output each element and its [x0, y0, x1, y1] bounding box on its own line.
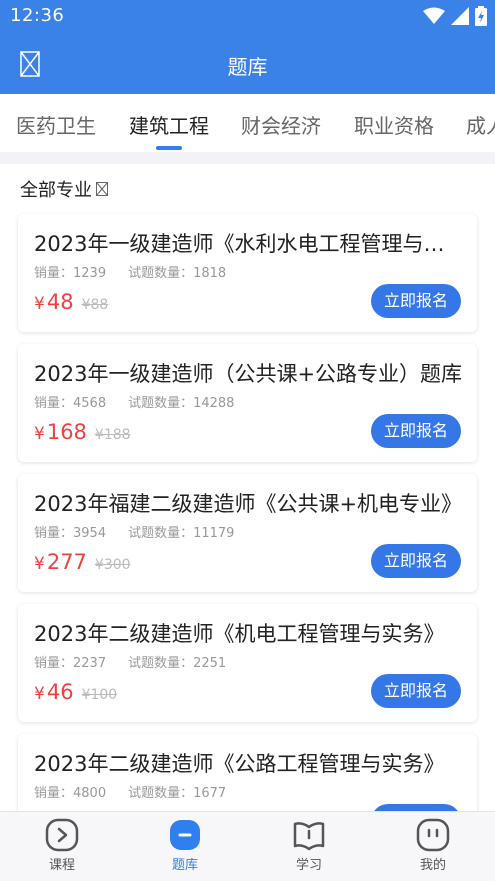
question-count: 试题数量：14288	[128, 396, 235, 411]
course-title: 2023年福建二级建造师《公共课+机电专业》	[34, 492, 463, 516]
course-title: 2023年一级建造师《水利水电工程管理与实务》	[34, 232, 464, 256]
currency-symbol: ¥	[34, 424, 45, 444]
sales-count: 销量：2237	[34, 656, 107, 671]
nav-study[interactable]: 学习	[269, 818, 349, 873]
sales-count: 销量：3954	[34, 526, 107, 541]
price: 277	[46, 550, 87, 574]
battery-icon	[475, 6, 487, 26]
nav-label: 题库	[171, 858, 198, 873]
profile-face-icon	[416, 818, 450, 852]
tab-medical[interactable]: 医药卫生	[16, 110, 96, 139]
currency-symbol: ¥	[34, 554, 45, 574]
course-card[interactable]: 2023年二级建造师《公路工程管理与实务》 销量：4800 试题数量：1677	[18, 734, 477, 811]
original-price: ¥188	[94, 427, 131, 443]
enroll-button[interactable]: 立即报名	[371, 284, 461, 318]
original-price: ¥300	[94, 557, 131, 573]
course-title: 2023年二级建造师《机电工程管理与实务》	[34, 622, 445, 646]
enroll-button[interactable]	[371, 804, 461, 811]
enroll-button[interactable]: 立即报名	[371, 414, 461, 448]
currency-symbol: ¥	[34, 684, 45, 704]
book-icon	[293, 822, 325, 851]
sales-count: 销量：4568	[34, 396, 107, 411]
nav-label: 我的	[419, 858, 446, 873]
bottom-nav: 课程 题库 学习 我的	[0, 811, 495, 881]
cell-signal-icon	[451, 7, 469, 25]
tab-vocational[interactable]: 职业资格	[354, 110, 434, 139]
nav-label: 课程	[48, 858, 75, 873]
active-tab-indicator	[156, 146, 182, 150]
page-title: 题库	[227, 55, 268, 79]
price: 48	[46, 290, 74, 314]
status-bar: 12:36	[0, 0, 495, 34]
course-card[interactable]: 2023年福建二级建造师《公共课+机电专业》 销量：3954 试题数量：11179…	[18, 474, 477, 592]
price: 46	[46, 680, 74, 704]
category-tabs: 医药卫生 建筑工程 财会经济 职业资格 成人	[0, 94, 495, 152]
specialty-filter[interactable]: 全部专业	[20, 176, 108, 202]
nav-courses[interactable]: 课程	[22, 818, 102, 873]
enroll-button[interactable]: 立即报名	[371, 544, 461, 578]
original-price: ¥88	[81, 297, 109, 313]
question-count: 试题数量：1677	[128, 786, 227, 801]
sales-count: 销量：4800	[34, 786, 107, 801]
price: 168	[46, 420, 87, 444]
dropdown-icon	[96, 182, 108, 196]
question-count: 试题数量：1818	[128, 266, 227, 281]
course-card[interactable]: 2023年一级建造师（公共课+公路专业）题库 销量：4568 试题数量：14288…	[18, 344, 477, 462]
sales-count: 销量：1239	[34, 266, 107, 281]
tab-finance[interactable]: 财会经济	[241, 110, 321, 139]
tab-construction[interactable]: 建筑工程	[129, 110, 209, 139]
currency-symbol: ¥	[34, 294, 45, 314]
enroll-button[interactable]: 立即报名	[371, 674, 461, 708]
question-count: 试题数量：11179	[128, 526, 235, 541]
nav-question-bank[interactable]: 题库	[145, 818, 225, 873]
question-bank-icon	[170, 820, 200, 850]
question-count: 试题数量：2251	[128, 656, 227, 671]
course-list[interactable]: 全部专业 2023年一级建造师《水利水电工程管理与实务》 销量：1239 试题数量…	[0, 164, 495, 811]
original-price: ¥100	[81, 687, 118, 703]
course-card[interactable]: 2023年二级建造师《机电工程管理与实务》 销量：2237 试题数量：2251 ¥…	[18, 604, 477, 722]
course-card[interactable]: 2023年一级建造师《水利水电工程管理与实务》 销量：1239 试题数量：1818…	[18, 214, 477, 332]
course-title: 2023年一级建造师（公共课+公路专业）题库	[34, 362, 463, 386]
play-circle-icon	[45, 818, 79, 852]
divider	[0, 152, 495, 164]
filter-label: 全部专业	[20, 180, 92, 201]
wifi-icon	[423, 7, 445, 24]
nav-profile[interactable]: 我的	[393, 818, 473, 873]
nav-label: 学习	[295, 858, 322, 873]
app-bar: 题库	[0, 34, 495, 94]
course-title: 2023年二级建造师《公路工程管理与实务》	[34, 752, 445, 776]
status-time: 12:36	[10, 5, 65, 26]
tab-adult[interactable]: 成人	[466, 110, 495, 139]
